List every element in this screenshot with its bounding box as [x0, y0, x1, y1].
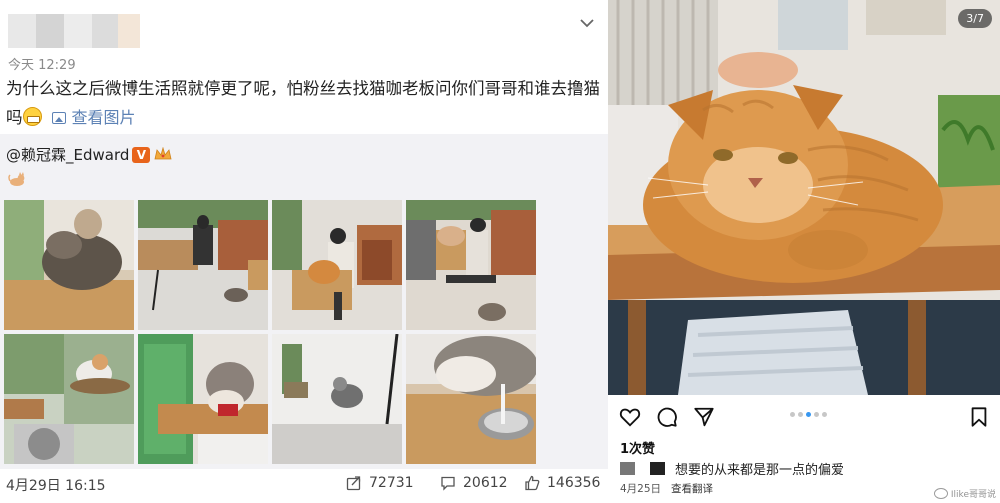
- carousel-dot: [822, 412, 827, 417]
- like-count: 146356: [547, 475, 601, 491]
- instagram-post: 3/7 1次赞 想要的从来都是那一点的偏爱 4月25日 查看翻译 Ilike哥哥说: [608, 0, 1000, 503]
- post-text: 为什么这之后微博生活照就停更了呢，怕粉丝去找猫咖老板问你们哥哥和谁去撸猫吗 查看图…: [6, 74, 602, 132]
- photo-thumbnail[interactable]: [4, 200, 134, 330]
- caption: 想要的从来都是那一点的偏爱: [620, 459, 844, 478]
- verified-badge: V: [132, 147, 151, 163]
- watermark-text: Ilike哥哥说: [950, 490, 996, 500]
- weibo-post: 今天 12:29 为什么这之后微博生活照就停更了呢，怕粉丝去找猫咖老板问你们哥哥…: [0, 0, 608, 503]
- crown-icon: [154, 147, 172, 160]
- share-icon: [346, 476, 361, 491]
- comment-icon: [441, 476, 455, 491]
- action-bar: [608, 400, 1000, 434]
- post-date: 4月25日: [620, 483, 662, 495]
- like-count[interactable]: 1次赞: [620, 438, 655, 457]
- thumbs-up-icon: [525, 475, 540, 491]
- comment-bubble-icon[interactable]: [656, 406, 678, 428]
- photo-thumbnail[interactable]: [138, 334, 268, 464]
- photo-thumbnail[interactable]: [4, 334, 134, 464]
- translate-link[interactable]: 查看翻译: [671, 483, 713, 495]
- post-footer: 4月29日 16:15 72731 20612 146356: [0, 469, 608, 503]
- comment-button[interactable]: 20612: [440, 475, 508, 491]
- repost-count: 72731: [369, 475, 414, 491]
- photo-thumbnail[interactable]: [406, 200, 536, 330]
- cat-emoji-icon: [8, 172, 25, 186]
- chevron-down-icon[interactable]: [578, 14, 596, 32]
- carousel-dots: [790, 412, 827, 417]
- bookmark-icon[interactable]: [968, 406, 990, 428]
- redacted-username[interactable]: [650, 462, 665, 475]
- repost-card[interactable]: @赖冠霖_Edward V: [0, 134, 608, 469]
- caption-text: 想要的从来都是那一点的偏爱: [675, 463, 845, 478]
- view-pictures-link[interactable]: 查看图片: [51, 103, 136, 132]
- image-counter: 3/7: [958, 9, 992, 28]
- carousel-dot-active: [806, 412, 811, 417]
- repost-button[interactable]: 72731: [346, 475, 414, 491]
- photo-grid: [4, 200, 544, 465]
- weibo-logo-icon: [933, 488, 948, 499]
- repost-author[interactable]: @赖冠霖_Edward V: [6, 144, 172, 165]
- blurred-username[interactable]: [8, 8, 140, 52]
- post-photo[interactable]: 3/7: [608, 0, 1000, 395]
- grin-emoji-icon: [22, 107, 42, 126]
- comment-count: 20612: [463, 475, 508, 491]
- carousel-dot: [790, 412, 795, 417]
- photo-thumbnail[interactable]: [406, 334, 536, 464]
- photo-thumbnail[interactable]: [138, 200, 268, 330]
- post-timestamp: 今天 12:29: [8, 58, 76, 73]
- like-button[interactable]: 146356: [524, 475, 600, 491]
- repost-author-handle[interactable]: @赖冠霖_Edward: [6, 146, 129, 164]
- photo-thumbnail[interactable]: [272, 334, 402, 464]
- photo-thumbnail[interactable]: [272, 200, 402, 330]
- view-pictures-label: 查看图片: [71, 108, 136, 127]
- image-icon: [51, 112, 66, 124]
- heart-icon[interactable]: [619, 406, 641, 428]
- post-meta: 4月25日 查看翻译: [620, 481, 713, 496]
- watermark: Ilike哥哥说: [933, 487, 996, 500]
- redacted-username[interactable]: [620, 462, 635, 475]
- carousel-dot: [798, 412, 803, 417]
- post-date: 4月29日 16:15: [6, 478, 106, 494]
- carousel-dot: [814, 412, 819, 417]
- send-icon[interactable]: [693, 406, 715, 428]
